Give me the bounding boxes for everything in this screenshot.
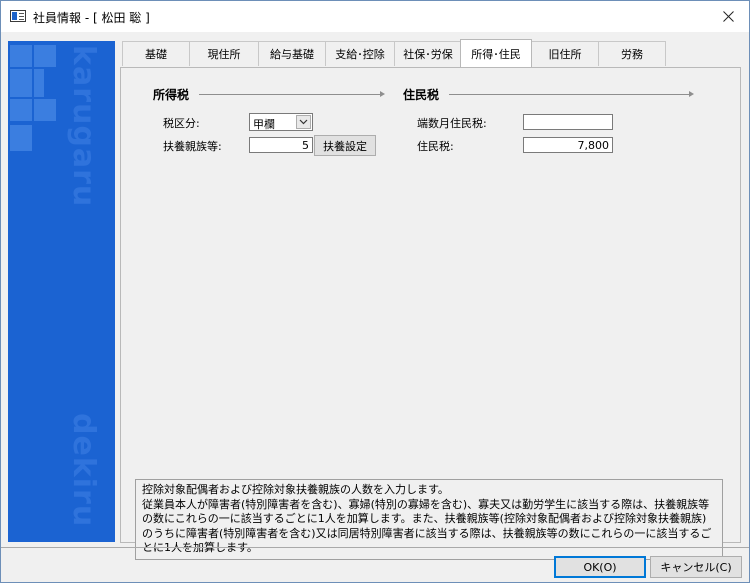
divider-arrow-icon (380, 91, 385, 97)
decor-square (34, 45, 56, 67)
dependents-settings-button[interactable]: 扶養設定 (314, 135, 376, 156)
fraction-month-tax-label: 端数月住民税: (417, 117, 487, 130)
income-tax-title: 所得税 (153, 88, 190, 102)
dropdown-button[interactable] (296, 115, 311, 129)
tab-salary-basic[interactable]: 給与基礎 (258, 41, 326, 66)
window-title: 社員情報 - [ 松田 聡 ] (33, 11, 150, 25)
tax-class-value: 甲欄 (253, 118, 275, 131)
section-divider (199, 94, 381, 95)
brand-text-bottom: dekiru (66, 413, 101, 528)
brand-sidebar: karugaru dekiru (8, 41, 115, 542)
help-text-line: 控除対象配偶者および控除対象扶養親族の人数を入力します。 (142, 483, 449, 496)
section-divider (449, 94, 690, 95)
chevron-down-icon (299, 119, 308, 125)
footer-divider (1, 547, 749, 548)
app-icon (10, 10, 26, 22)
close-button[interactable] (717, 5, 739, 27)
decor-square (10, 99, 32, 121)
cancel-button[interactable]: キャンセル(C) (650, 556, 742, 578)
decor-square (34, 99, 56, 121)
tab-pay-deduction[interactable]: 支給･控除 (325, 41, 395, 66)
tab-income-resident[interactable]: 所得･住民 (460, 39, 532, 67)
dialog-window: 社員情報 - [ 松田 聡 ] karugaru dekiru 基礎 現住所 給… (0, 0, 750, 583)
brand-text-top: karugaru (66, 45, 101, 208)
resident-tax-label: 住民税: (417, 140, 454, 153)
tab-panel: 所得税 税区分: 甲欄 扶養親族等: 扶養設定 住民税 端数月住民税: 住民税: (120, 67, 741, 560)
dependents-input[interactable] (249, 137, 313, 153)
title-bar[interactable]: 社員情報 - [ 松田 聡 ] (1, 1, 749, 32)
tab-labor[interactable]: 労務 (598, 41, 666, 66)
tab-old-address[interactable]: 旧住所 (531, 41, 599, 66)
client-area: karugaru dekiru 基礎 現住所 給与基礎 支給･控除 社保･労保 … (1, 32, 749, 582)
resident-tax-input[interactable] (523, 137, 613, 153)
dependents-label: 扶養親族等: (163, 140, 222, 153)
ok-button[interactable]: OK(O) (554, 556, 646, 578)
decor-square (10, 69, 32, 97)
resident-tax-title: 住民税 (403, 88, 440, 102)
tax-class-select[interactable]: 甲欄 (249, 113, 313, 131)
tab-social-insurance[interactable]: 社保･労保 (394, 41, 462, 66)
tax-class-label: 税区分: (163, 117, 200, 130)
fraction-month-tax-input[interactable] (523, 114, 613, 130)
divider-arrow-icon (689, 91, 694, 97)
tab-basic[interactable]: 基礎 (122, 41, 190, 66)
decor-square (34, 69, 44, 97)
decor-square (10, 45, 32, 67)
tab-address[interactable]: 現住所 (189, 41, 259, 66)
close-icon (722, 10, 734, 22)
decor-square (10, 125, 32, 151)
